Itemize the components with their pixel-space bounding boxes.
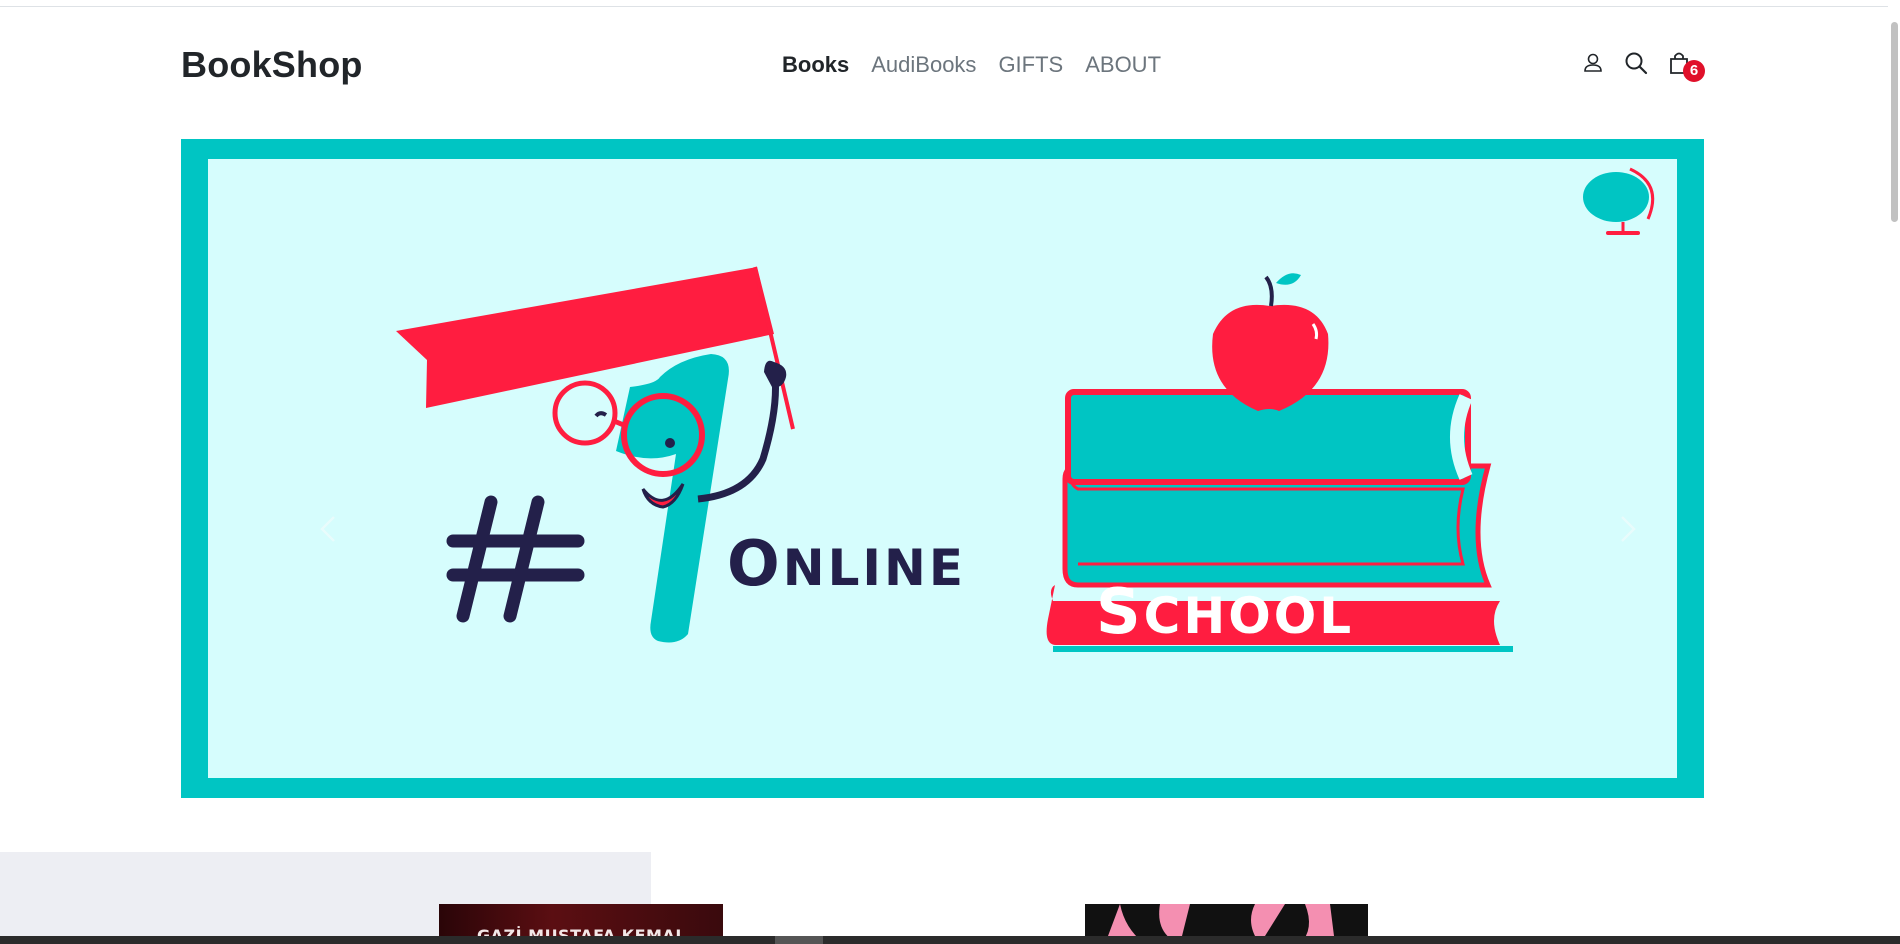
user-icon[interactable] [1580, 50, 1606, 78]
slide-illustration: ONLINE SCHOOL [396, 167, 1655, 652]
carousel-prev-button[interactable] [298, 489, 358, 569]
chevron-left-icon [320, 516, 335, 542]
chevron-right-icon [1621, 516, 1636, 542]
nav-books[interactable]: Books [782, 52, 849, 78]
carousel-slide: ONLINE SCHOOL [208, 159, 1677, 778]
main-nav: Books AudiBooks GIFTS ABOUT [782, 52, 1161, 78]
carousel-next-button[interactable] [1598, 489, 1658, 569]
search-icon[interactable] [1623, 50, 1649, 78]
page: BookShop Books AudiBooks GIFTS ABOUT 6 O… [0, 0, 1900, 944]
vertical-scrollbar-thumb[interactable] [1891, 22, 1898, 222]
horizontal-scrollbar[interactable] [0, 936, 1900, 944]
top-rule [0, 0, 1900, 7]
cart-count-badge: 6 [1683, 60, 1705, 82]
online-word: ONLINE [727, 527, 966, 600]
flag [396, 266, 795, 430]
hashtag-glyph [446, 495, 585, 623]
horizontal-scrollbar-thumb[interactable] [775, 936, 823, 944]
brand-logo[interactable]: BookShop [181, 44, 363, 86]
nav-about[interactable]: ABOUT [1085, 52, 1161, 78]
nav-gifts[interactable]: GIFTS [998, 52, 1063, 78]
nav-audibooks[interactable]: AudiBooks [871, 52, 976, 78]
hero-carousel: ONLINE SCHOOL [181, 139, 1704, 798]
globe-icon [1583, 167, 1655, 235]
